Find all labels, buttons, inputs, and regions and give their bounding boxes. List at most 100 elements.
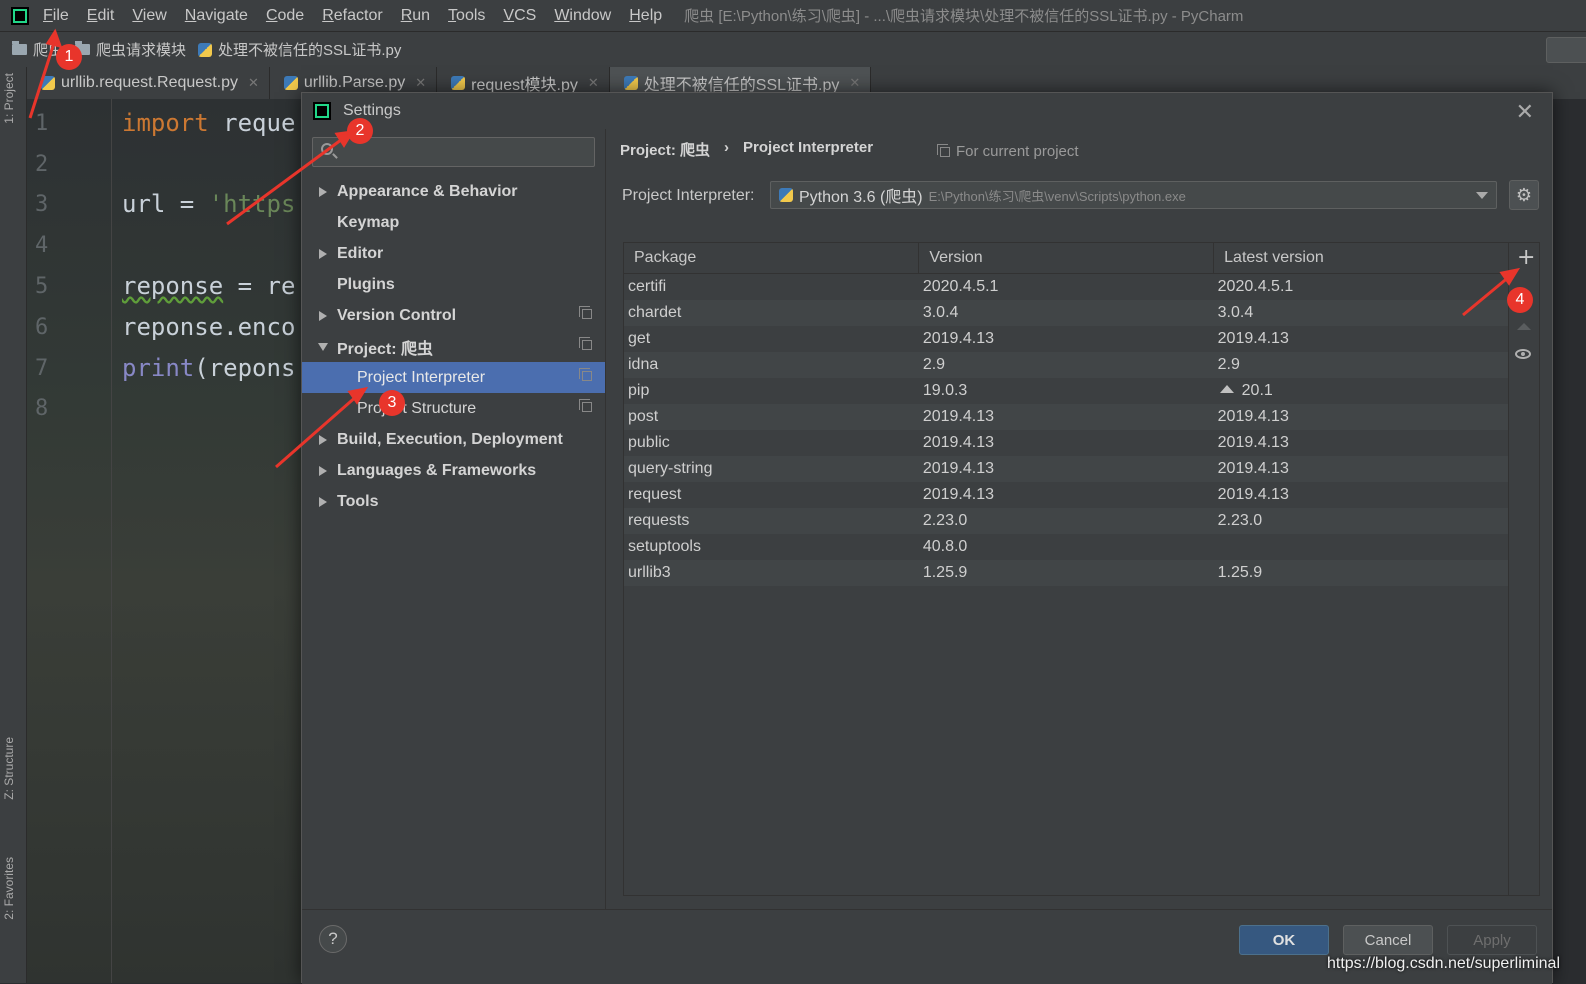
- column-header-package[interactable]: Package: [624, 243, 920, 274]
- table-row[interactable]: public 2019.4.13 2019.4.13: [624, 430, 1509, 456]
- interpreter-label: Project Interpreter:: [622, 187, 755, 204]
- table-row[interactable]: post 2019.4.13 2019.4.13: [624, 403, 1509, 430]
- table-row[interactable]: chardet 3.0.4 3.0.4: [624, 299, 1509, 326]
- table-row[interactable]: idna 2.9 2.9: [624, 351, 1509, 378]
- latest-version-cell: 3.0.4: [1213, 299, 1509, 326]
- close-icon[interactable]: ✕: [1516, 99, 1534, 125]
- project-scope-icon: [937, 143, 950, 157]
- package-cell: get: [624, 326, 919, 352]
- code-text: url =: [122, 190, 209, 218]
- menu-vcs[interactable]: VCS: [501, 7, 538, 25]
- gear-icon[interactable]: ⚙: [1509, 180, 1539, 210]
- tree-item-appearance[interactable]: Appearance & Behavior: [302, 176, 605, 207]
- menu-edit[interactable]: Edit: [85, 7, 117, 25]
- table-row[interactable]: get 2019.4.13 2019.4.13: [624, 326, 1509, 352]
- help-button[interactable]: ?: [319, 925, 347, 953]
- cell-text: urllib3: [628, 563, 671, 581]
- breadcrumb-label: 爬虫请求模块: [96, 42, 187, 59]
- tree-item-plugins[interactable]: Plugins: [302, 269, 605, 300]
- run-config-button[interactable]: [1546, 37, 1586, 63]
- table-row[interactable]: requests 2.23.0 2.23.0: [624, 507, 1509, 534]
- close-icon[interactable]: ✕: [415, 75, 426, 91]
- tree-item-tools[interactable]: Tools: [302, 486, 605, 517]
- apply-button[interactable]: Apply: [1447, 925, 1537, 955]
- latest-version-cell: 2019.4.13: [1214, 482, 1509, 508]
- close-icon[interactable]: ✕: [588, 75, 599, 91]
- code-editor[interactable]: 1 2 3 4 5 6 7 8 import reque url = 'http…: [27, 99, 307, 983]
- tree-item-editor[interactable]: Editor: [302, 238, 605, 269]
- for-current-project-hint: For current project: [937, 143, 1079, 160]
- tree-item-build[interactable]: Build, Execution, Deployment: [302, 424, 605, 455]
- tree-item-languages[interactable]: Languages & Frameworks: [302, 455, 605, 486]
- package-cell: urllib3: [624, 559, 919, 586]
- favorites-tool-tab[interactable]: 2: Favorites: [2, 857, 16, 920]
- editor-tab[interactable]: urllib.request.Request.py ✕: [27, 67, 270, 99]
- python-file-icon: [623, 76, 638, 90]
- tree-item-project-interpreter[interactable]: Project Interpreter: [302, 362, 605, 393]
- cancel-button[interactable]: Cancel: [1343, 925, 1433, 955]
- breadcrumb-file[interactable]: 处理不被信任的SSL证书.py: [198, 39, 401, 60]
- version-cell: 2019.4.13: [919, 430, 1214, 456]
- menu-window[interactable]: Window: [552, 7, 613, 25]
- python-file-icon: [41, 76, 55, 90]
- menu-run[interactable]: Run: [399, 7, 432, 25]
- latest-version-cell: 2019.4.13: [1213, 455, 1509, 482]
- column-header-latest[interactable]: Latest version: [1213, 243, 1509, 274]
- add-package-icon[interactable]: +: [1517, 247, 1535, 269]
- project-tool-tab[interactable]: 1: Project: [2, 73, 16, 124]
- breadcrumb-folder[interactable]: 爬虫请求模块: [75, 39, 186, 60]
- menu-view[interactable]: View: [130, 7, 168, 25]
- table-row[interactable]: request 2019.4.13 2019.4.13: [624, 482, 1509, 508]
- code-text: reponse: [122, 272, 224, 300]
- upgrade-package-icon[interactable]: [1517, 323, 1531, 330]
- pycharm-logo-icon: [313, 102, 331, 120]
- cell-text: 2020.4.5.1: [1217, 277, 1294, 295]
- table-row[interactable]: urllib3 1.25.9 1.25.9: [624, 559, 1509, 586]
- table-row[interactable]: setuptools 40.8.0: [624, 534, 1509, 560]
- table-row[interactable]: certifi 2020.4.5.1 2020.4.5.1: [624, 273, 1509, 300]
- tree-item-keymap[interactable]: Keymap: [302, 207, 605, 238]
- interpreter-select[interactable]: Python 3.6 (爬虫) E:\Python\练习\爬虫\venv\Scr…: [770, 181, 1497, 209]
- version-cell: 2019.4.13: [919, 482, 1214, 508]
- cell-text: requests: [628, 511, 690, 529]
- menubar: File Edit View Navigate Code Refactor Ru…: [0, 0, 1586, 31]
- menu-file[interactable]: File: [41, 7, 71, 25]
- table-row[interactable]: query-string 2019.4.13 2019.4.13: [624, 455, 1509, 482]
- tree-item-project-structure[interactable]: Project Structure: [302, 393, 605, 424]
- annotation-badge: 4: [1507, 287, 1533, 313]
- search-icon: [321, 143, 333, 155]
- version-cell: 3.0.4: [918, 299, 1214, 326]
- menu-code[interactable]: Code: [264, 7, 306, 25]
- keyword: import: [122, 109, 209, 137]
- package-cell: certifi: [624, 273, 919, 300]
- version-cell: 1.25.9: [918, 559, 1214, 586]
- breadcrumb-label: Project: 爬虫: [620, 142, 711, 159]
- settings-breadcrumb: Project: 爬虫 › Project Interpreter: [620, 139, 873, 160]
- line-number: 6: [35, 315, 49, 340]
- show-early-releases-eye-icon[interactable]: [1515, 349, 1531, 359]
- cell-text: 2019.4.13: [1217, 433, 1289, 451]
- project-scope-icon: [579, 306, 592, 319]
- structure-tool-tab[interactable]: Z: Structure: [2, 737, 16, 800]
- tree-item-label: Editor: [337, 244, 384, 262]
- menu-refactor[interactable]: Refactor: [320, 7, 384, 25]
- column-header-version[interactable]: Version: [918, 243, 1215, 274]
- line-number: 8: [35, 396, 49, 421]
- ok-button[interactable]: OK: [1239, 925, 1329, 955]
- close-icon[interactable]: ✕: [248, 75, 259, 91]
- close-icon[interactable]: ✕: [849, 75, 860, 91]
- table-row[interactable]: pip 19.0.3 20.1: [624, 378, 1509, 404]
- tree-item-version-control[interactable]: Version Control: [302, 300, 605, 331]
- tree-item-project[interactable]: Project: 爬虫: [302, 331, 605, 362]
- tree-item-label: Tools: [337, 492, 379, 510]
- menu-navigate[interactable]: Navigate: [183, 7, 250, 25]
- menu-help[interactable]: Help: [627, 7, 664, 25]
- latest-version-cell: 2.9: [1213, 351, 1509, 378]
- latest-version-cell: 1.25.9: [1213, 559, 1509, 586]
- code-text: = re: [223, 272, 296, 300]
- tree-item-label: Plugins: [337, 275, 395, 293]
- package-cell: idna: [624, 351, 919, 378]
- menu-tools[interactable]: Tools: [446, 7, 487, 25]
- cell-text: public: [628, 433, 670, 451]
- line-number-gutter: 1 2 3 4 5 6 7 8: [27, 99, 112, 983]
